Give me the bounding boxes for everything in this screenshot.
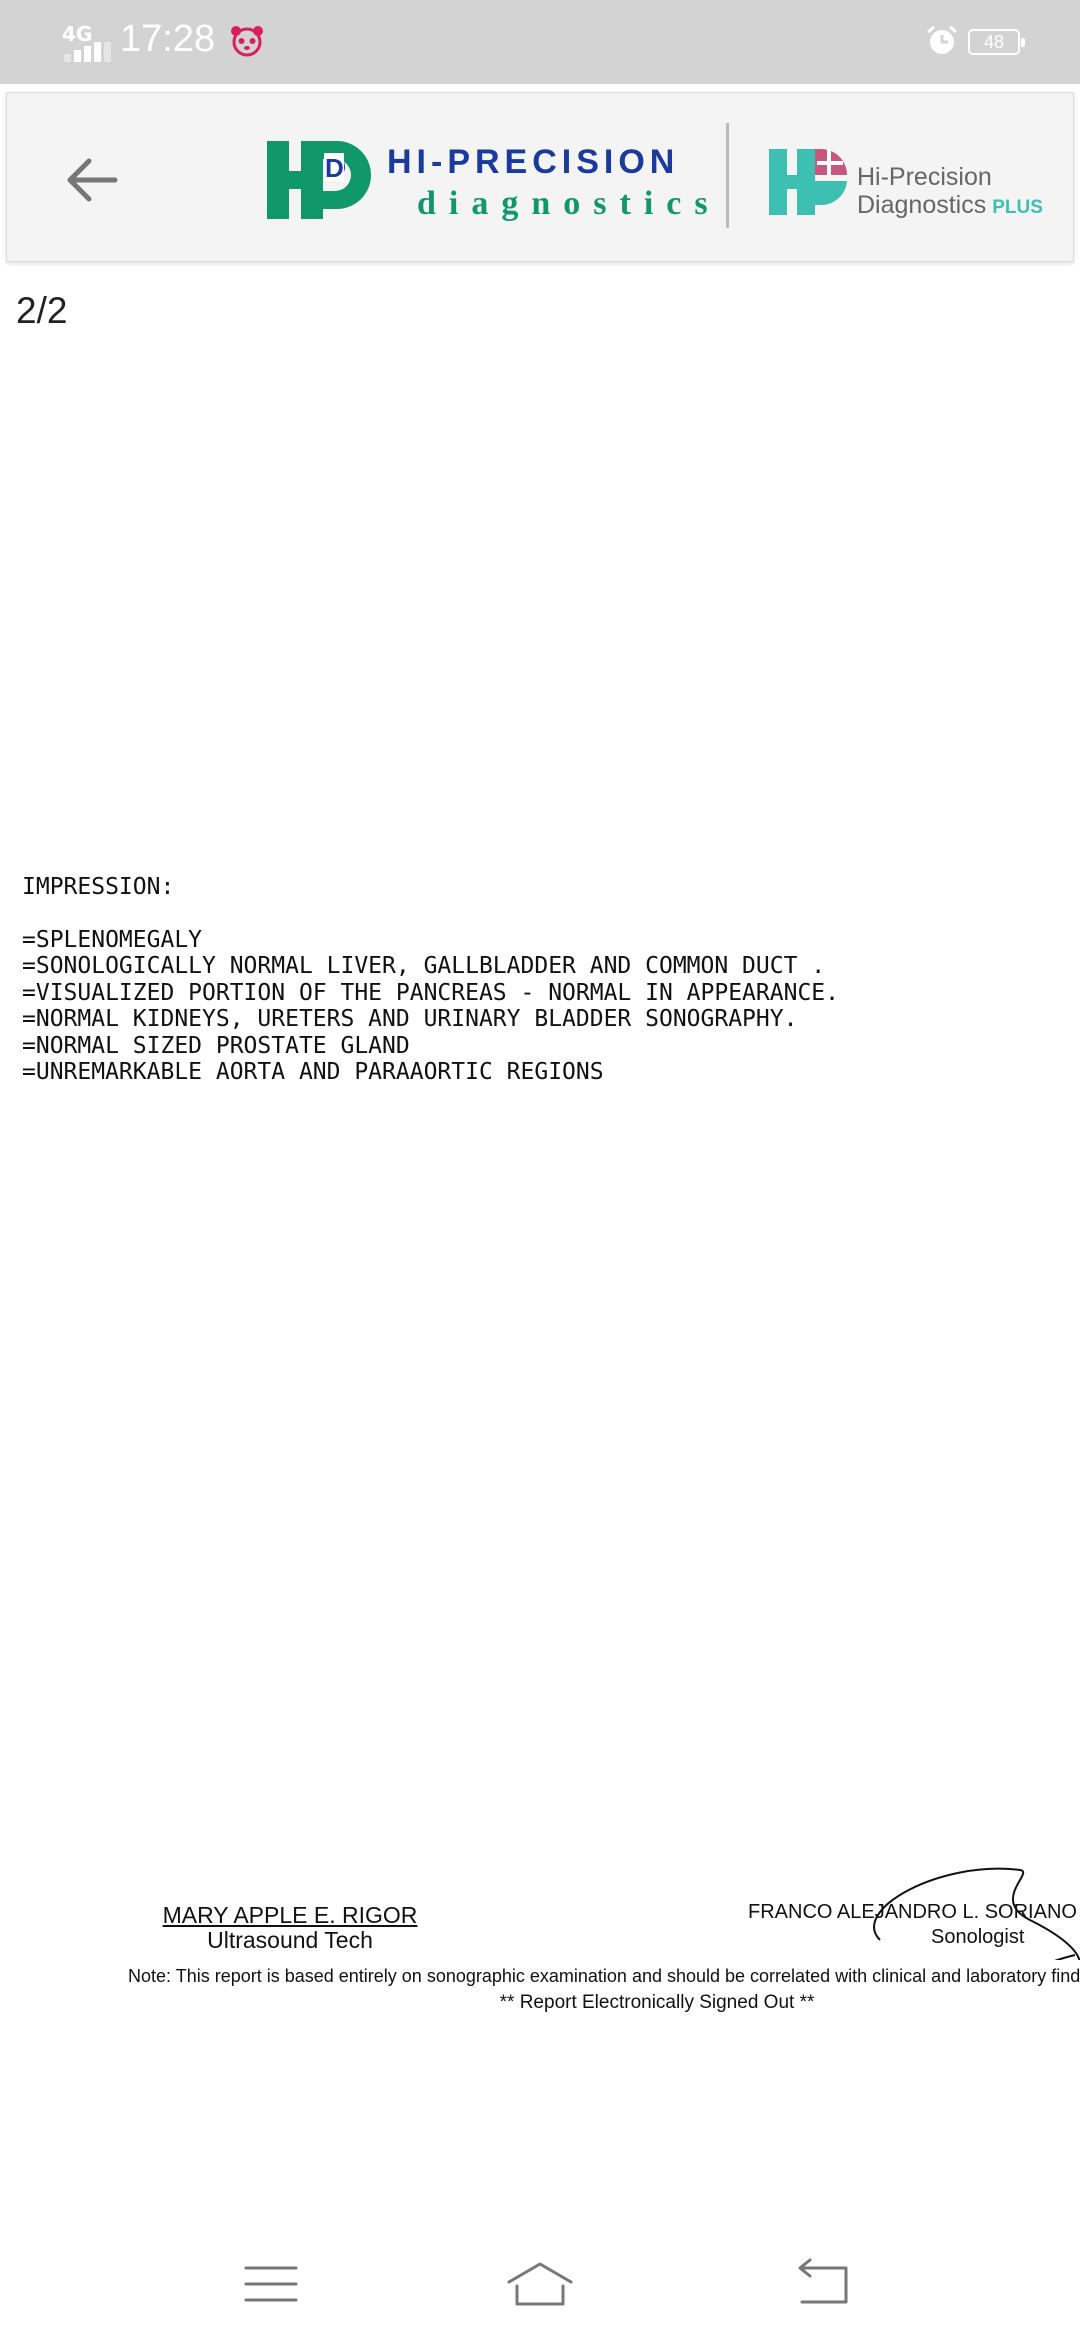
status-bar: 4G 17:28 48: [0, 0, 1080, 84]
arrow-left-icon[interactable]: [57, 145, 127, 215]
impression-line: =SONOLOGICALLY NORMAL LIVER, GALLBLADDER…: [22, 953, 826, 979]
ultrasound-tech-name: MARY APPLE E. RIGOR: [162, 1902, 418, 1928]
signal-icon: 4G: [62, 22, 112, 62]
plus-brand-line1: Hi-Precision: [857, 163, 992, 191]
network-type: 4G: [62, 22, 93, 46]
impression-line: =NORMAL KIDNEYS, URETERS AND URINARY BLA…: [22, 1006, 798, 1032]
impression-section: IMPRESSION: =SPLENOMEGALY =SONOLOGICALLY…: [22, 874, 839, 1086]
ultrasound-tech-signatory: MARY APPLE E. RIGOR Ultrasound Tech: [120, 1903, 460, 1953]
plus-brand-line2: Diagnostics PLUS: [857, 191, 1043, 220]
impression-line: =VISUALIZED PORTION OF THE PANCREAS - NO…: [22, 979, 839, 1006]
header-divider: [726, 123, 729, 228]
svg-text:D: D: [325, 153, 344, 183]
brand-name: HI-PRECISION: [387, 143, 680, 181]
ultrasound-tech-role: Ultrasound Tech: [207, 1927, 373, 1953]
impression-line: =UNREMARKABLE AORTA AND PARAAORTIC REGIO…: [22, 1059, 604, 1085]
navigation-bar: [0, 2230, 1080, 2340]
sonologist-role: Sonologist: [931, 1926, 1025, 1948]
plus-badge: PLUS: [992, 197, 1043, 218]
hp-logo-icon: D: [267, 141, 371, 219]
report-note: Note: This report is based entirely on s…: [128, 1966, 1080, 1986]
hp-plus-logo-icon: [769, 149, 847, 215]
brand-subtitle: diagnostics: [417, 185, 721, 222]
impression-line: =NORMAL SIZED PROSTATE GLAND: [22, 1032, 410, 1059]
plus-brand-diagnostics: Diagnostics: [857, 191, 987, 219]
home-icon[interactable]: [505, 2254, 575, 2314]
page-indicator: 2/2: [16, 290, 68, 331]
app-header: D HI-PRECISION diagnostics Hi-Precision …: [6, 92, 1074, 262]
back-nav-icon[interactable]: [788, 2254, 858, 2314]
sonologist-name: FRANCO ALEJANDRO L. SORIANO: [748, 1901, 1077, 1923]
signed-out-notice: ** Report Electronically Signed Out **: [499, 1992, 815, 2013]
impression-line: =SPLENOMEGALY: [22, 926, 203, 953]
sonologist-signatory: FRANCO ALEJANDRO L. SORIANO Sonologist: [748, 1900, 1080, 1950]
panda-app-icon: [231, 26, 263, 57]
alarm-icon: [927, 25, 957, 54]
battery-icon: 48: [968, 29, 1025, 55]
menu-icon[interactable]: [236, 2254, 306, 2314]
status-time: 17:28: [120, 18, 216, 60]
impression-heading: IMPRESSION:: [22, 874, 175, 900]
